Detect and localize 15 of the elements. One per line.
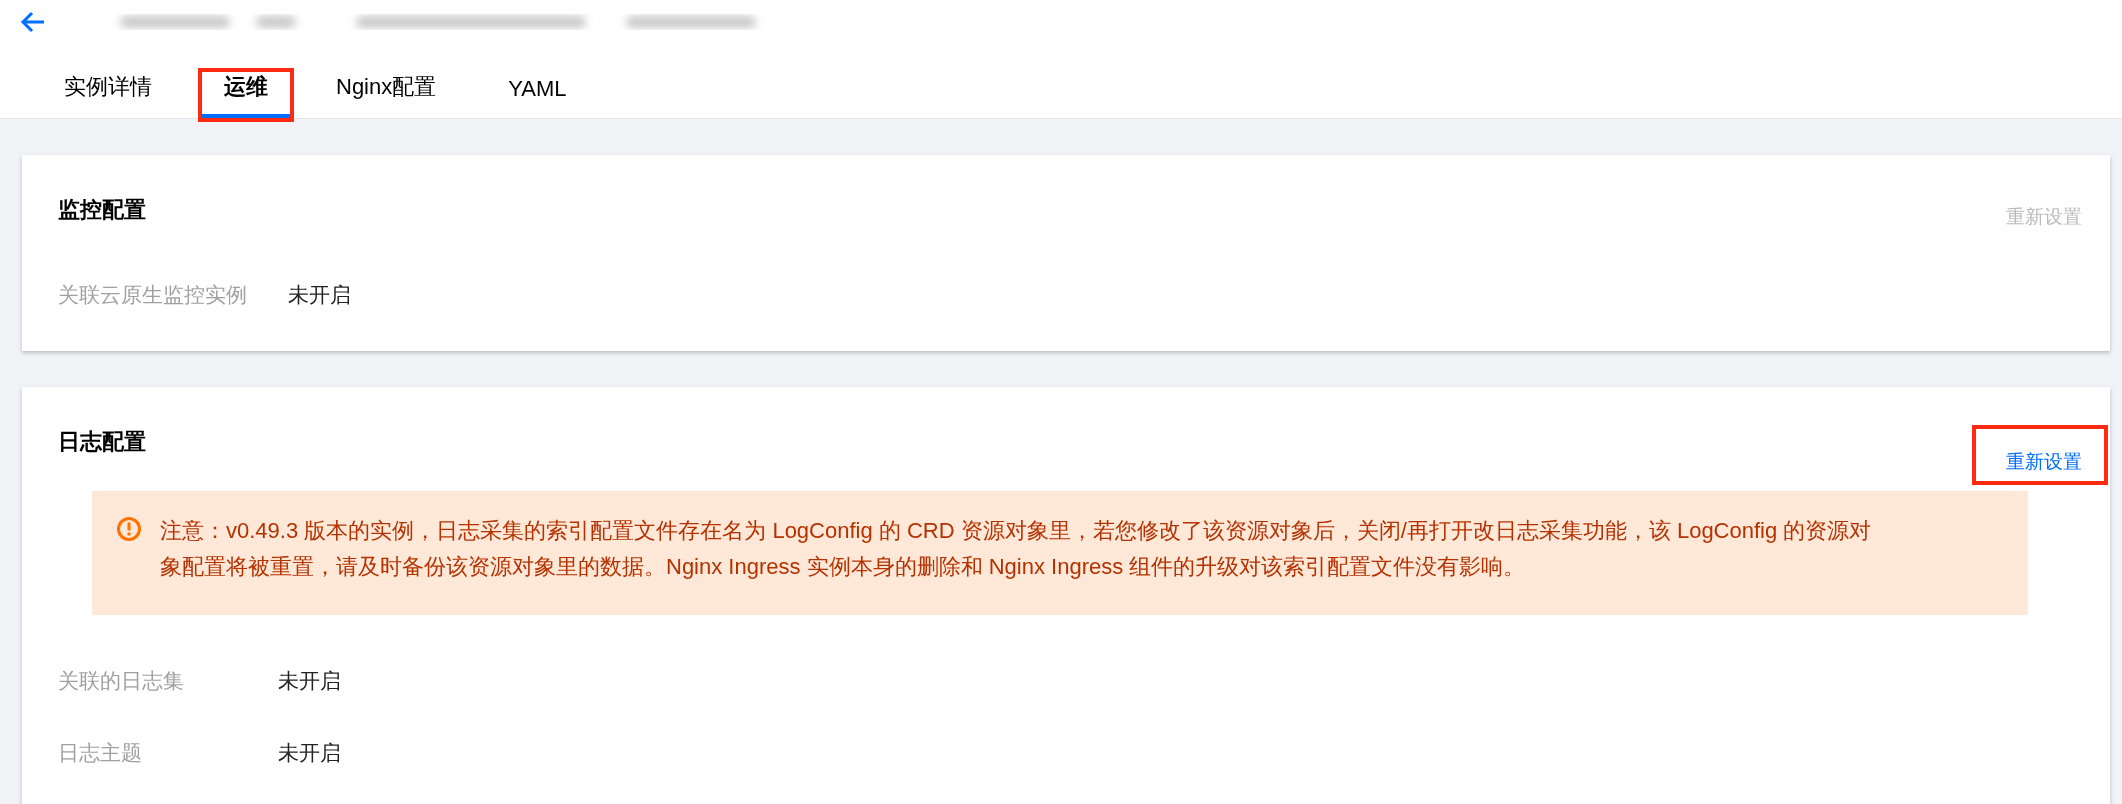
tab[interactable]: Nginx配置 <box>302 72 471 118</box>
card-title: 日志配置 <box>58 428 146 456</box>
field-value: 未开启 <box>278 740 341 766</box>
reset-button[interactable]: 重新设置 <box>1972 425 2108 485</box>
tab[interactable]: YAML <box>474 76 601 118</box>
tab[interactable]: 实例详情 <box>30 72 186 118</box>
field-label: 日志主题 <box>58 740 143 766</box>
field-label: 关联的日志集 <box>58 668 185 694</box>
card-title: 监控配置 <box>58 196 146 224</box>
field-value: 未开启 <box>288 282 351 308</box>
field-value: 未开启 <box>278 668 341 694</box>
notice-text: 注意：v0.49.3 版本的实例，日志采集的索引配置文件存在名为 LogConfig 的 CRD 资源对象里，若您修改了该资源对象后，关闭/再打开改日志采集功能，该 LogConfig 的资源对象配置将被重置，请及时备份该资源对象里的数据。Nginx Ingress 实例本身的删除和 Nginx Ingress 组件的升级对该索引配置文件没有影响。 <box>160 517 1873 581</box>
warning-icon <box>116 516 142 542</box>
back-arrow-icon[interactable] <box>20 11 46 33</box>
field-label: 关联云原生监控实例 <box>58 282 248 308</box>
